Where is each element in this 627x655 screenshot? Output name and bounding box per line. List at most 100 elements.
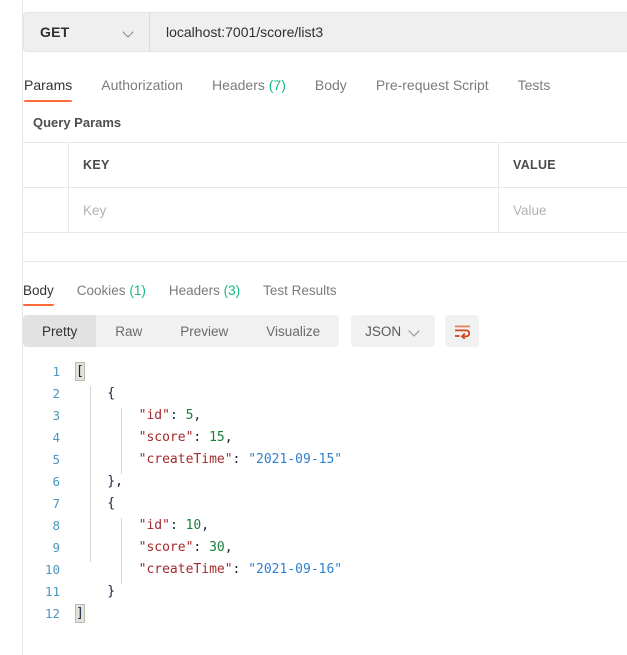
tab-headers-label: Headers — [211, 77, 265, 93]
code-line-text: { — [71, 383, 115, 405]
code-line-text: "score": 30, — [71, 537, 233, 559]
tab-tests[interactable]: Tests — [518, 77, 551, 102]
request-url-input[interactable]: localhost:7001/score/list3 — [150, 13, 627, 51]
line-number: 12 — [44, 606, 60, 621]
word-wrap-icon — [454, 325, 470, 339]
response-tab-cookies-count: (1) — [129, 283, 146, 298]
response-tab-headers-label: Headers — [168, 283, 220, 298]
response-tab-test-results[interactable]: Test Results — [263, 283, 337, 306]
view-mode-group: Pretty Raw Preview Visualize — [23, 315, 340, 347]
column-header-value-label: VALUE — [513, 158, 556, 172]
row-checkbox-cell[interactable] — [23, 188, 69, 232]
code-line: 8 "id": 10, — [23, 515, 627, 537]
response-view-toolbar: Pretty Raw Preview Visualize JSON — [23, 315, 627, 347]
tab-pre-request-script-label: Pre-request Script — [375, 77, 489, 93]
token-num: 15 — [209, 430, 225, 445]
response-tabs: Body Cookies (1) Headers (3) Test Result… — [23, 272, 627, 306]
token-key: "createTime" — [138, 452, 233, 467]
token-brace: } — [76, 474, 116, 489]
line-number: 5 — [52, 452, 60, 467]
tab-authorization[interactable]: Authorization — [101, 77, 183, 102]
response-tab-test-results-label: Test Results — [263, 283, 337, 298]
response-tab-headers[interactable]: Headers (3) — [169, 283, 240, 306]
token-punc: : — [232, 452, 249, 467]
code-line: 12] — [23, 603, 627, 625]
column-header-key: KEY — [69, 143, 499, 187]
token-punc: : — [169, 408, 186, 423]
code-line: 11 } — [23, 581, 627, 603]
line-number: 7 — [52, 496, 60, 511]
param-value-input[interactable]: Value — [499, 188, 627, 232]
code-line: 1[ — [23, 361, 627, 383]
param-key-input[interactable]: Key — [69, 188, 499, 232]
table-header-row: KEY VALUE — [23, 143, 627, 188]
token-punc: , — [115, 474, 123, 489]
response-tab-headers-count: (3) — [223, 283, 241, 298]
view-mode-raw[interactable]: Raw — [96, 315, 161, 347]
token-punc — [76, 430, 139, 445]
response-format-label: JSON — [365, 323, 402, 339]
token-key: "id" — [138, 408, 170, 423]
view-mode-visualize[interactable]: Visualize — [247, 315, 339, 347]
column-header-value: VALUE — [499, 143, 627, 187]
response-tab-cookies-label: Cookies — [76, 283, 126, 298]
code-line: 6 }, — [23, 471, 627, 493]
token-key: "createTime" — [138, 562, 233, 577]
tab-authorization-label: Authorization — [101, 77, 183, 93]
token-brace: ] — [75, 604, 85, 623]
tab-headers[interactable]: Headers (7) — [212, 77, 286, 102]
response-body-code[interactable]: 1[2 {3 "id": 5, 4 "score": 15, 5 "createTi… — [23, 361, 627, 655]
select-all-cell — [23, 143, 69, 187]
column-header-key-label: KEY — [83, 158, 110, 172]
request-url-bar: GET localhost:7001/score/list3 — [23, 12, 627, 52]
view-mode-preview[interactable]: Preview — [161, 315, 247, 347]
code-line: 2 { — [23, 383, 627, 405]
response-tab-cookies[interactable]: Cookies (1) — [77, 283, 146, 306]
tab-params-label: Params — [24, 77, 73, 93]
token-str: "2021-09-15" — [248, 452, 343, 467]
main-content: GET localhost:7001/score/list3 Params Au… — [23, 0, 627, 655]
line-number: 3 — [52, 408, 60, 423]
tab-params[interactable]: Params — [24, 77, 73, 102]
view-mode-pretty[interactable]: Pretty — [23, 315, 97, 347]
line-number: 8 — [52, 518, 60, 533]
left-rail — [0, 0, 23, 655]
token-punc: : — [232, 562, 249, 577]
code-line: 7 { — [23, 493, 627, 515]
token-brace: } — [76, 584, 116, 599]
token-brace: { — [76, 496, 116, 511]
token-key: "id" — [138, 518, 170, 533]
code-line-text: { — [71, 493, 115, 515]
query-params-title: Query Params — [33, 115, 122, 130]
tab-body[interactable]: Body — [315, 77, 347, 102]
tab-pre-request-script[interactable]: Pre-request Script — [376, 77, 489, 102]
token-punc: : — [193, 540, 210, 555]
code-line-text: "score": 15, — [71, 427, 233, 449]
token-punc — [76, 452, 139, 467]
tab-body-label: Body — [314, 77, 347, 93]
line-number: 2 — [52, 386, 60, 401]
code-line-text: "id": 5, — [71, 405, 202, 427]
token-punc: , — [193, 408, 202, 423]
response-format-select[interactable]: JSON — [351, 315, 436, 347]
token-punc — [76, 540, 139, 555]
tab-tests-label: Tests — [517, 77, 551, 93]
code-line-text: } — [71, 581, 115, 603]
response-tab-body[interactable]: Body — [23, 283, 54, 306]
token-punc — [76, 518, 139, 533]
code-line-text: }, — [71, 471, 123, 493]
line-number: 1 — [52, 364, 60, 379]
code-line-text: "createTime": "2021-09-16" — [71, 559, 343, 581]
table-row: Key Value — [23, 188, 627, 232]
token-punc: : — [169, 518, 186, 533]
http-method-select[interactable]: GET — [24, 13, 150, 51]
line-number: 11 — [44, 584, 60, 599]
line-number: 10 — [44, 562, 60, 577]
token-brace: { — [76, 386, 116, 401]
word-wrap-toggle[interactable] — [445, 315, 480, 347]
code-line-text: "createTime": "2021-09-15" — [71, 449, 343, 471]
code-line: 3 "id": 5, — [23, 405, 627, 427]
params-bottom-spacer — [23, 233, 627, 262]
code-line-text: "id": 10, — [71, 515, 209, 537]
token-punc: , — [224, 540, 233, 555]
